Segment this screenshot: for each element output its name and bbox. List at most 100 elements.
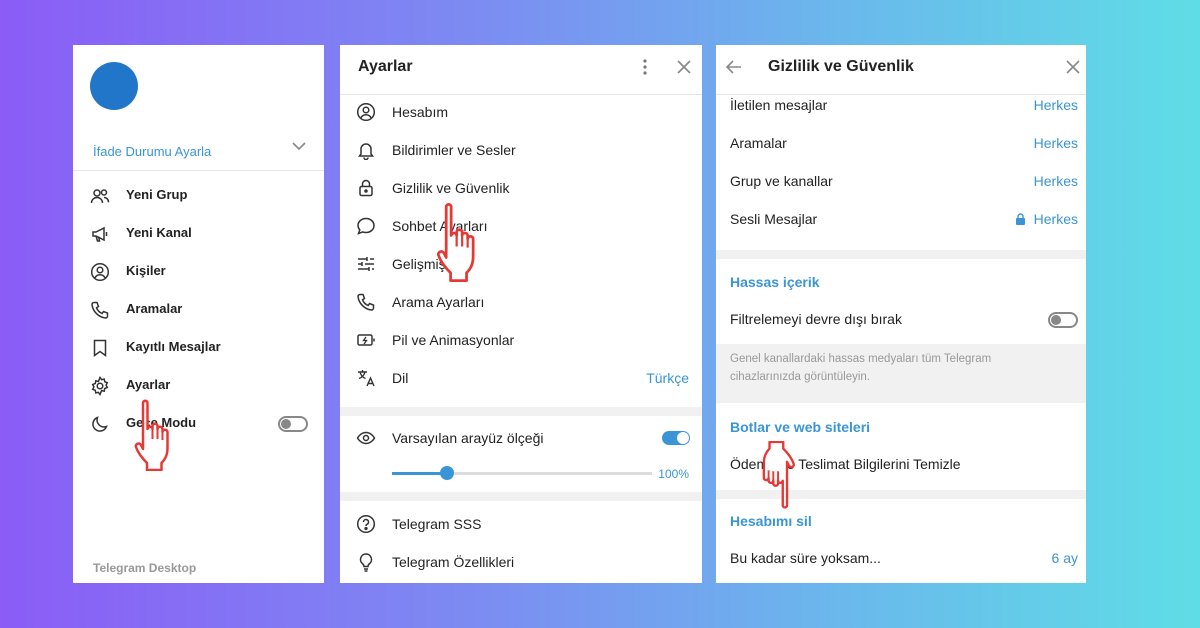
more-options-icon[interactable]: [636, 58, 654, 76]
close-icon[interactable]: [1064, 58, 1082, 76]
settings-item-chat[interactable]: Sohbet Ayarları: [340, 207, 702, 245]
privacy-row-forwarded[interactable]: İletilen mesajlar Herkes: [716, 87, 1086, 125]
privacy-row-label: Bu kadar süre yoksam...: [730, 550, 881, 566]
sensitive-filter-row[interactable]: Filtrelemeyi devre dışı bırak: [716, 301, 1086, 339]
interface-scale-slider[interactable]: [392, 466, 652, 480]
chat-bubble-icon: [357, 217, 375, 235]
settings-item-privacy[interactable]: Gizlilik ve Güvenlik: [340, 169, 702, 207]
privacy-row-value: Herkes: [1033, 97, 1078, 113]
privacy-row-voice[interactable]: Sesli Mesajlar Herkes: [716, 201, 1086, 239]
privacy-panel: Gizlilik ve Güvenlik İletilen mesajlar H…: [716, 45, 1086, 583]
eye-icon: [356, 431, 376, 445]
settings-item-interface-scale[interactable]: Varsayılan arayüz ölçeği: [340, 419, 702, 457]
privacy-row-value: Herkes: [1033, 211, 1078, 227]
settings-item-notifications[interactable]: Bildirimler ve Sesler: [340, 131, 702, 169]
sliders-icon: [358, 257, 374, 271]
privacy-row-value: Herkes: [1033, 135, 1078, 151]
settings-item-battery[interactable]: Pil ve Animasyonlar: [340, 321, 702, 359]
settings-panel: Ayarlar Hesabım Bildirimler ve Sesler Gi…: [340, 45, 702, 583]
pointer-hand-icon: [762, 441, 795, 509]
pointer-hand-icon: [134, 399, 169, 471]
page-title: Ayarlar: [358, 58, 413, 75]
gear-icon: [91, 376, 109, 396]
chevron-down-icon[interactable]: [292, 139, 306, 153]
section-heading: Hesabımı sil: [730, 513, 812, 529]
settings-item-label: Varsayılan arayüz ölçeği: [392, 430, 544, 446]
section-heading: Hassas içerik: [730, 274, 820, 290]
night-mode-toggle[interactable]: [278, 416, 308, 432]
back-arrow-icon[interactable]: [725, 58, 743, 76]
section-heading: Botlar ve web siteleri: [730, 419, 871, 435]
settings-item-features[interactable]: Telegram Özellikleri: [340, 543, 702, 581]
avatar[interactable]: [90, 62, 138, 110]
lightbulb-icon: [359, 553, 373, 572]
settings-item-account[interactable]: Hesabım: [340, 93, 702, 131]
section-divider: [340, 407, 702, 416]
settings-item-calls[interactable]: Arama Ayarları: [340, 283, 702, 321]
settings-item-label: Arama Ayarları: [392, 294, 485, 310]
question-icon: [356, 514, 376, 534]
menu-item-saved-messages[interactable]: Kayıtlı Mesajlar: [73, 329, 324, 367]
menu-item-new-group[interactable]: Yeni Grup: [73, 177, 324, 215]
battery-icon: [357, 334, 375, 346]
menu-item-label: Yeni Grup: [126, 187, 188, 202]
menu-item-label: Ayarlar: [126, 377, 171, 392]
menu-item-label: Aramalar: [126, 301, 183, 316]
privacy-row-label: Grup ve kanallar: [730, 173, 833, 189]
sensitive-note: Genel kanallardaki hassas medyaları tüm …: [716, 344, 1086, 403]
slider-handle[interactable]: [439, 466, 454, 480]
menu-item-new-channel[interactable]: Yeni Kanal: [73, 215, 324, 253]
pointer-hand-icon: [436, 203, 475, 282]
privacy-row-label: Filtrelemeyi devre dışı bırak: [730, 311, 902, 327]
bell-icon: [358, 143, 374, 160]
privacy-row-label: İletilen mesajlar: [730, 97, 828, 113]
group-icon: [90, 189, 110, 204]
privacy-row-value: Herkes: [1033, 173, 1078, 189]
interface-scale-toggle[interactable]: [662, 431, 690, 445]
megaphone-icon: [92, 226, 108, 242]
interface-scale-value: 100%: [658, 467, 689, 481]
settings-item-advanced[interactable]: Gelişmiş: [340, 245, 702, 283]
menu-item-settings[interactable]: Ayarlar: [73, 367, 324, 405]
page-title: Gizlilik ve Güvenlik: [768, 58, 914, 75]
translate-icon: [358, 370, 375, 387]
account-icon: [356, 102, 376, 122]
menu-item-label: Yeni Kanal: [126, 225, 192, 240]
settings-item-label: Bildirimler ve Sesler: [392, 142, 516, 158]
moon-icon: [92, 416, 108, 432]
privacy-row-groups[interactable]: Grup ve kanallar Herkes: [716, 163, 1086, 201]
menu-item-calls[interactable]: Aramalar: [73, 291, 324, 329]
menu-item-night-mode[interactable]: Gece Modu: [73, 405, 324, 443]
settings-item-label: Telegram SSS: [392, 516, 482, 532]
privacy-row-calls[interactable]: Aramalar Herkes: [716, 125, 1086, 163]
language-value: Türkçe: [646, 370, 689, 386]
settings-item-label: Dil: [392, 370, 409, 386]
menu-item-contacts[interactable]: Kişiler: [73, 253, 324, 291]
settings-item-label: Telegram Özellikleri: [392, 554, 515, 570]
settings-item-language[interactable]: Dil Türkçe: [340, 359, 702, 397]
privacy-row-label: Sesli Mesajlar: [730, 211, 818, 227]
note-text: Genel kanallardaki hassas medyaları tüm …: [730, 353, 992, 383]
privacy-row-label: Aramalar: [730, 135, 787, 151]
close-icon[interactable]: [675, 58, 693, 76]
app-version-label: Telegram Desktop: [93, 561, 197, 575]
menu-item-label: Kayıtlı Mesajlar: [126, 339, 221, 354]
main-menu-panel: İfade Durumu Ayarla Yeni Grup Yeni Kanal…: [73, 45, 324, 583]
lock-icon: [359, 179, 373, 197]
contact-icon: [90, 262, 110, 282]
set-status-link[interactable]: İfade Durumu Ayarla: [93, 144, 211, 159]
slider-fill: [392, 472, 447, 475]
settings-item-label: Pil ve Animasyonlar: [392, 332, 515, 348]
settings-item-label: Hesabım: [392, 104, 449, 120]
delete-account-row[interactable]: Bu kadar süre yoksam... 6 ay: [716, 540, 1086, 578]
phone-icon: [357, 293, 375, 311]
section-divider: [340, 492, 702, 501]
sensitive-filter-toggle[interactable]: [1048, 312, 1078, 328]
status-row[interactable]: İfade Durumu Ayarla: [73, 137, 324, 171]
menu-item-label: Kişiler: [126, 263, 166, 278]
phone-icon: [91, 301, 109, 319]
lock-icon: [1016, 213, 1025, 225]
privacy-row-value: 6 ay: [1051, 550, 1078, 566]
settings-item-faq[interactable]: Telegram SSS: [340, 505, 702, 543]
settings-item-label: Gizlilik ve Güvenlik: [392, 180, 510, 196]
